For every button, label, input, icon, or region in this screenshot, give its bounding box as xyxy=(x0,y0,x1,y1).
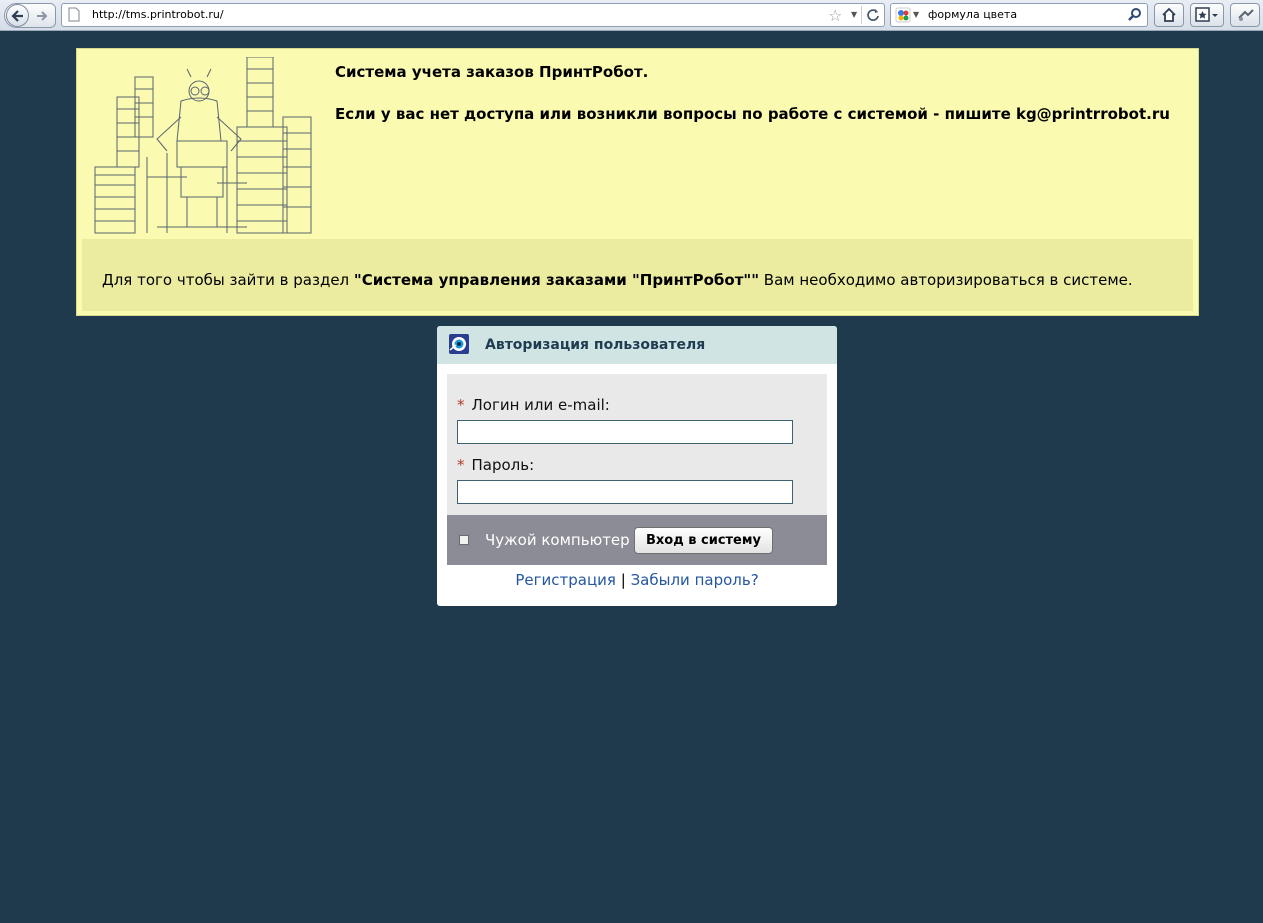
auth-notice-text: Для того чтобы зайти в раздел "Система у… xyxy=(102,271,1133,289)
search-bar[interactable]: ▼ формула цвета xyxy=(890,3,1148,27)
links-separator: | xyxy=(620,571,626,589)
login-panel: Авторизация пользователя * Логин или e-ma… xyxy=(437,326,837,606)
login-input[interactable] xyxy=(457,420,793,444)
login-label: * Логин или e-mail: xyxy=(457,396,610,414)
search-input[interactable]: формула цвета xyxy=(928,8,1017,21)
forward-arrow-icon xyxy=(37,11,48,21)
register-link[interactable]: Регистрация xyxy=(515,571,616,589)
extension-icon xyxy=(1238,9,1254,21)
reload-icon xyxy=(867,9,879,21)
login-header: Авторизация пользователя xyxy=(437,326,837,364)
login-links: Регистрация | Забыли пароль? xyxy=(437,571,837,589)
login-label-text: Логин или e-mail: xyxy=(471,396,610,414)
login-fields: * Логин или e-mail: * Пароль: xyxy=(447,374,827,515)
url-text: http://tms.printrobot.ru/ xyxy=(92,8,224,21)
back-arrow-icon xyxy=(11,10,23,22)
bookmarks-button[interactable] xyxy=(1190,3,1224,27)
forgot-password-link[interactable]: Забыли пароль? xyxy=(631,571,759,589)
forward-button[interactable] xyxy=(32,6,52,26)
url-dropdown-icon[interactable]: ▼ xyxy=(851,10,857,19)
required-mark: * xyxy=(457,456,465,474)
search-icon[interactable] xyxy=(1127,7,1143,23)
bookmark-star-icon[interactable]: ☆ xyxy=(828,6,842,25)
password-label-text: Пароль: xyxy=(471,456,535,474)
nav-buttons xyxy=(4,3,56,28)
page-title: Система учета заказов ПринтРобот. xyxy=(335,63,649,81)
notice-prefix: Для того чтобы зайти в раздел xyxy=(102,271,354,289)
bookmarks-icon xyxy=(1195,7,1218,22)
notice-section-name: "Система управления заказами "ПринтРобот… xyxy=(353,271,760,289)
notice-suffix: Вам необходимо авторизироваться в систем… xyxy=(759,271,1133,289)
header-panel: Система учета заказов ПринтРобот. Если у… xyxy=(76,48,1199,316)
reload-button[interactable] xyxy=(861,6,882,24)
password-label: * Пароль: xyxy=(457,456,534,474)
required-mark: * xyxy=(457,396,465,414)
login-actions: Чужой компьютер Вход в систему xyxy=(447,515,827,565)
login-title: Авторизация пользователя xyxy=(485,337,706,353)
auth-notice: Для того чтобы зайти в раздел "Система у… xyxy=(82,239,1193,311)
search-engine-dropdown-icon[interactable]: ▼ xyxy=(913,10,919,19)
home-button[interactable] xyxy=(1154,3,1184,27)
printrobot-badge-icon xyxy=(449,334,469,354)
printrobot-logo-illustration xyxy=(94,57,312,234)
foreign-computer-checkbox[interactable] xyxy=(459,535,469,545)
login-button[interactable]: Вход в систему xyxy=(634,527,773,554)
browser-toolbar: http://tms.printrobot.ru/ ☆ ▼ ▼ формула … xyxy=(0,0,1263,31)
page-icon xyxy=(68,7,80,22)
contact-info: Если у вас нет доступа или возникли вопр… xyxy=(335,105,1170,123)
google-icon xyxy=(895,7,911,23)
address-bar[interactable]: http://tms.printrobot.ru/ ☆ ▼ xyxy=(61,3,885,27)
foreign-computer-label: Чужой компьютер xyxy=(485,531,630,549)
password-input[interactable] xyxy=(457,480,793,504)
extension-button[interactable] xyxy=(1230,3,1260,27)
home-icon xyxy=(1162,7,1176,22)
back-button[interactable] xyxy=(6,4,29,27)
